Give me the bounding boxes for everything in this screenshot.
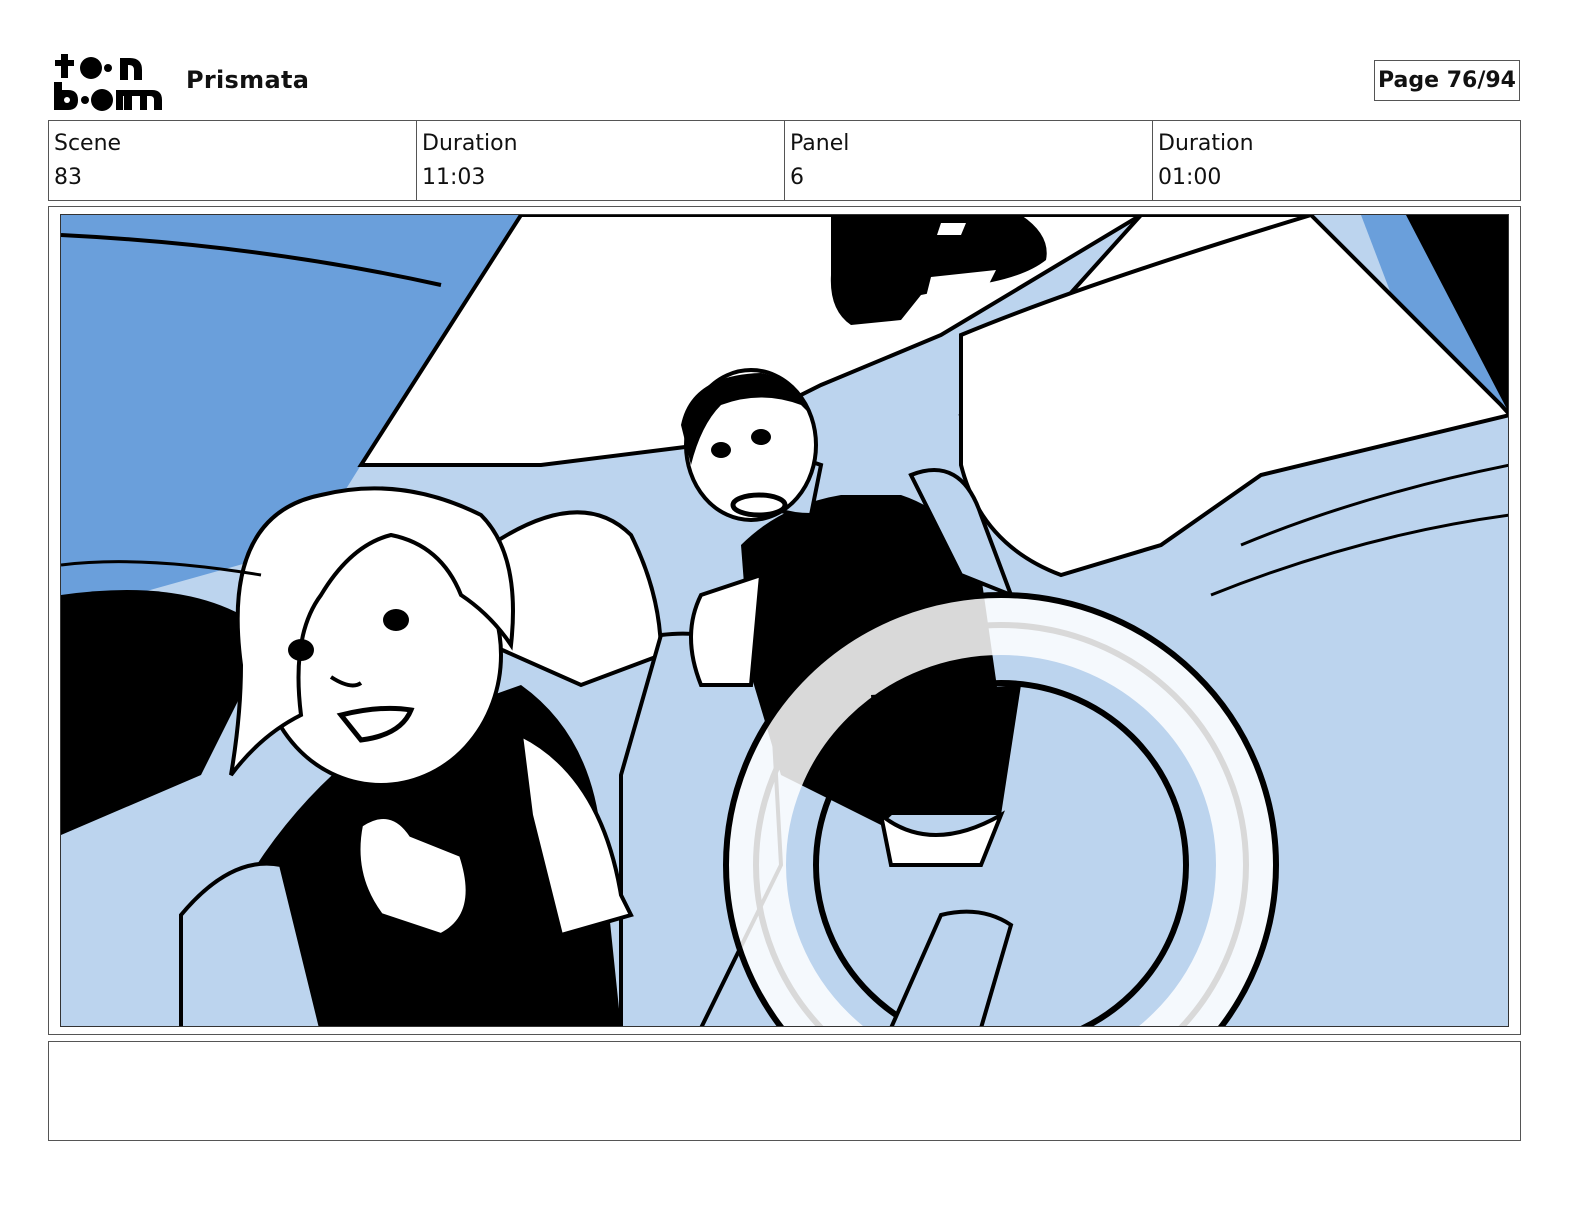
- panel-value: 6: [790, 165, 804, 190]
- scene-duration-cell: Duration 11:03: [417, 121, 785, 200]
- toon-boom-logo: [52, 50, 164, 112]
- scene-value: 83: [54, 165, 82, 190]
- panel-duration-label: Duration: [1158, 131, 1254, 156]
- scene-label: Scene: [54, 131, 122, 156]
- scene-info-table: Scene 83 Duration 11:03 Panel 6 Duration…: [48, 120, 1521, 201]
- panel-duration-cell: Duration 01:00: [1153, 121, 1520, 200]
- project-title: Prismata: [186, 66, 310, 94]
- scene-duration-value: 11:03: [422, 165, 486, 190]
- page-indicator: Page 76/94: [1374, 60, 1520, 101]
- scene-cell: Scene 83: [49, 121, 417, 200]
- scene-duration-label: Duration: [422, 131, 518, 156]
- panel-duration-value: 01:00: [1158, 165, 1222, 190]
- panel-notes-box: [48, 1041, 1521, 1141]
- panel-cell: Panel 6: [785, 121, 1153, 200]
- panel-label: Panel: [790, 131, 850, 156]
- storyboard-panel-image: [60, 214, 1509, 1027]
